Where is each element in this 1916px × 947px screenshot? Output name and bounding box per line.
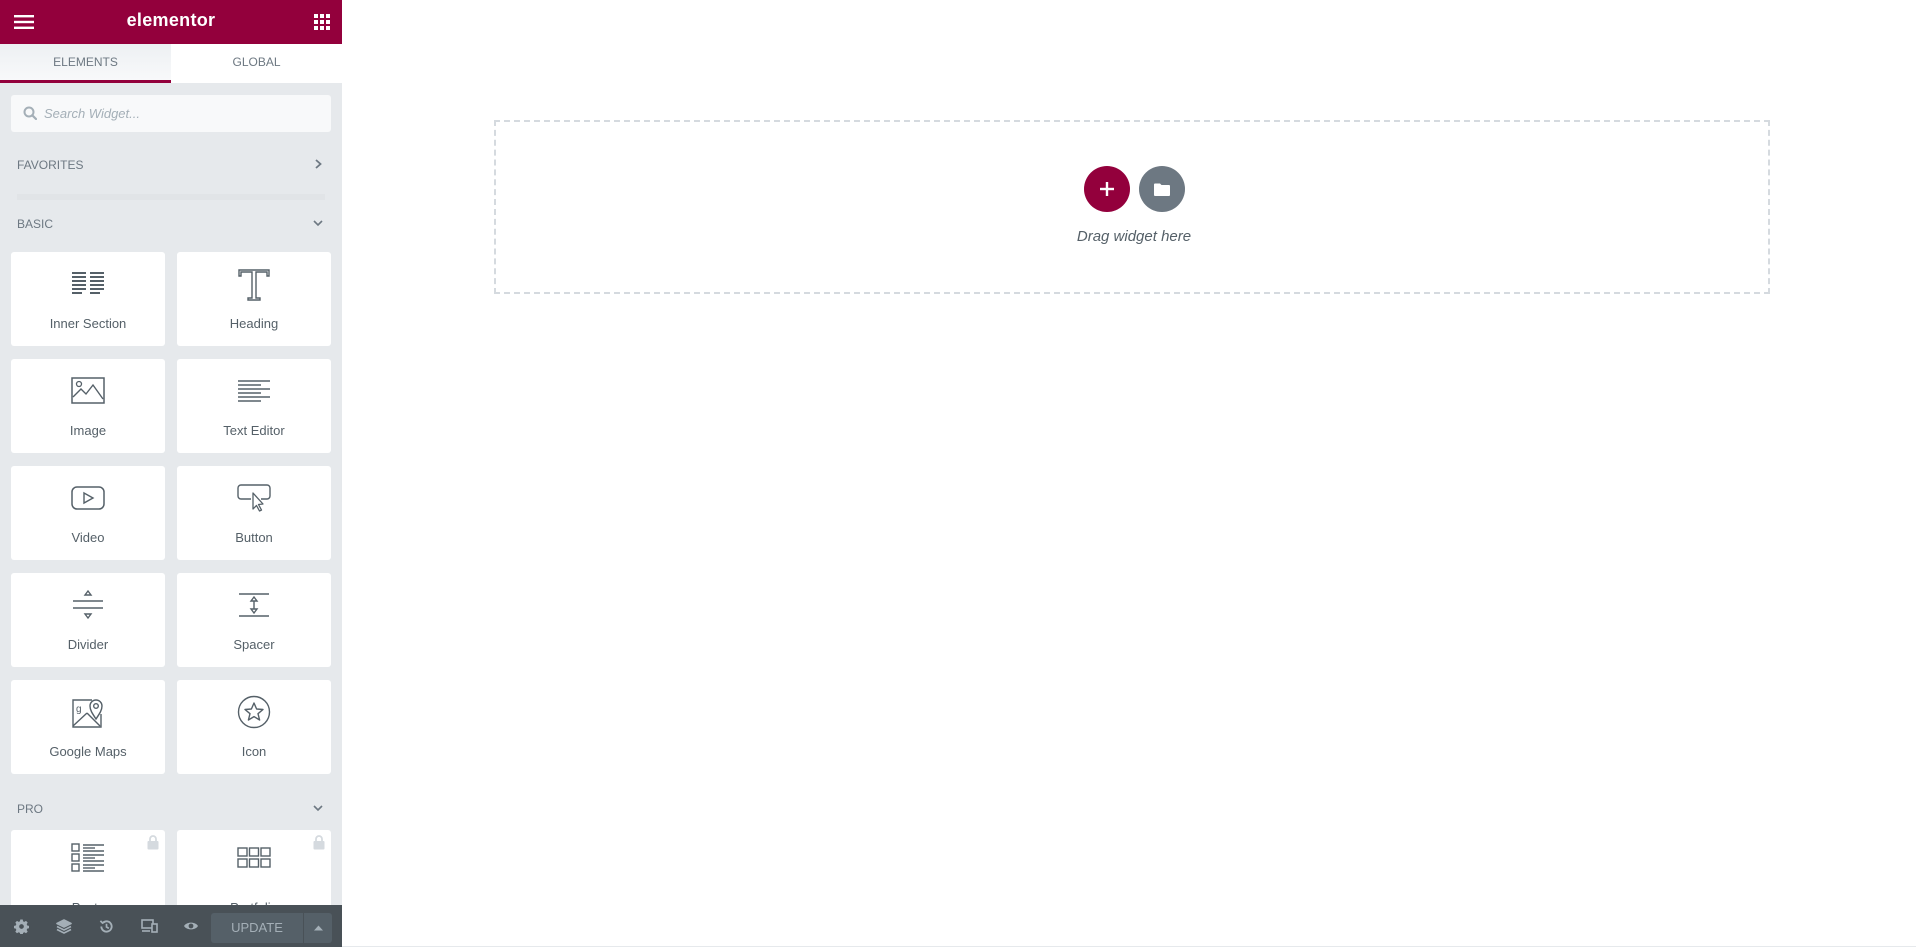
add-new-section-button[interactable] — [1084, 166, 1130, 212]
category-title: FAVORITES — [17, 158, 84, 172]
widget-video[interactable]: Video — [11, 466, 165, 560]
widget-label: Inner Section — [49, 316, 127, 331]
eye-icon — [184, 922, 198, 930]
widget-label: Text Editor — [223, 423, 285, 438]
google-maps-icon: g — [72, 699, 103, 728]
category-title: BASIC — [17, 217, 54, 231]
panel-tabs: ELEMENTS GLOBAL — [0, 44, 342, 83]
chevron-down-icon — [313, 805, 323, 812]
tab-global[interactable]: GLOBAL — [171, 44, 342, 83]
widget-divider[interactable]: Divider — [11, 573, 165, 667]
video-icon — [71, 486, 105, 510]
layers-icon — [56, 918, 72, 934]
widget-label: Image — [69, 423, 107, 438]
portfolio-icon — [237, 847, 271, 868]
page-canvas — [342, 0, 1916, 947]
widget-inner-section[interactable]: Inner Section — [11, 252, 165, 346]
widget-spacer[interactable]: Spacer — [177, 573, 331, 667]
widget-label: Divider — [67, 637, 109, 652]
caret-up-icon — [313, 925, 323, 931]
elements-panel: elementor ELEMENTS GLOBAL FAVORITES — [0, 0, 342, 947]
elementor-editor: elementor ELEMENTS GLOBAL FAVORITES — [0, 0, 1916, 947]
widget-label: Spacer — [233, 637, 275, 652]
chevron-right-icon — [315, 159, 322, 169]
save-options-button[interactable] — [303, 913, 332, 943]
widget-label: Button — [235, 530, 273, 545]
navigator-button[interactable] — [51, 913, 77, 939]
chevron-down-icon — [313, 220, 323, 227]
widget-label: Google Maps — [49, 744, 127, 759]
widgets-grid-button[interactable] — [308, 8, 336, 36]
heading-icon — [238, 269, 270, 301]
widget-label: Video — [71, 530, 105, 545]
svg-text:g: g — [76, 704, 82, 715]
plus-icon — [1100, 182, 1114, 196]
drag-widget-hint: Drag widget here — [1076, 228, 1192, 245]
widget-text-editor[interactable]: Text Editor — [177, 359, 331, 453]
add-section-dropzone[interactable] — [494, 120, 1770, 294]
search-widget-input[interactable] — [44, 95, 324, 132]
history-button[interactable] — [93, 913, 119, 939]
history-icon — [99, 919, 113, 933]
gear-icon — [13, 918, 29, 934]
tab-elements[interactable]: ELEMENTS — [0, 44, 171, 83]
category-divider — [17, 194, 325, 200]
add-template-button[interactable] — [1139, 166, 1185, 212]
image-icon — [71, 377, 105, 404]
button-icon — [237, 484, 271, 512]
posts-icon — [71, 843, 104, 872]
text-editor-icon — [238, 380, 270, 402]
search-widget-field — [11, 95, 331, 132]
widget-heading[interactable]: Heading — [177, 252, 331, 346]
responsive-mode-button[interactable] — [136, 913, 162, 939]
settings-button[interactable] — [8, 913, 34, 939]
panel-header: elementor — [0, 0, 342, 44]
category-title: PRO — [17, 802, 44, 816]
grid-icon — [314, 14, 330, 30]
widget-button[interactable]: Button — [177, 466, 331, 560]
widget-google-maps[interactable]: g Google Maps — [11, 680, 165, 774]
widget-label: Icon — [241, 744, 267, 759]
widget-image[interactable]: Image — [11, 359, 165, 453]
preview-button[interactable] — [178, 913, 204, 939]
responsive-icon — [140, 919, 158, 933]
panel-footer: UPDATE — [0, 905, 342, 947]
folder-icon — [1154, 183, 1170, 196]
panel-logo: elementor — [126, 10, 216, 30]
category-favorites-header[interactable]: FAVORITES — [0, 150, 342, 180]
category-pro-header[interactable]: PRO — [0, 794, 342, 824]
inner-section-icon — [72, 272, 104, 294]
widget-icon[interactable]: Icon — [177, 680, 331, 774]
category-basic-header[interactable]: BASIC — [0, 209, 342, 239]
update-button[interactable]: UPDATE — [211, 913, 303, 943]
star-icon — [237, 695, 271, 729]
spacer-icon — [239, 593, 269, 617]
divider-icon — [73, 589, 103, 620]
search-icon — [23, 106, 37, 120]
widget-label: Heading — [229, 316, 279, 331]
